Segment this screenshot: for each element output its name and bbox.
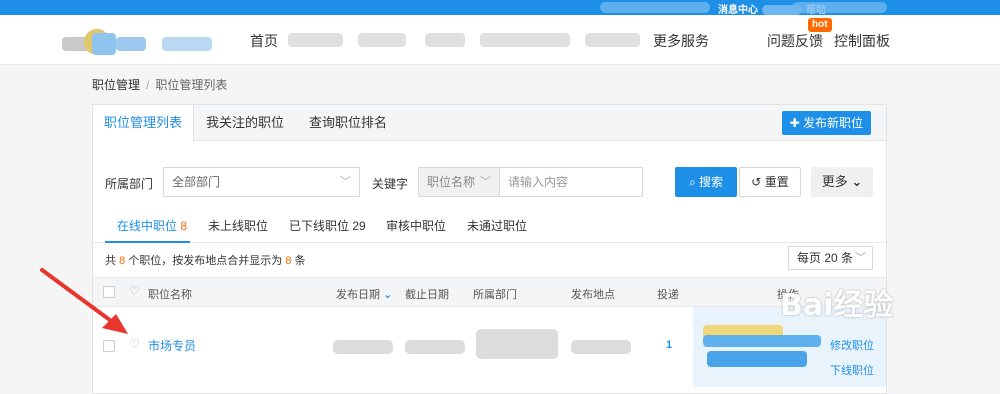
hot-badge: hot (808, 18, 832, 32)
job-list-panel: 职位管理列表 我关注的职位 查询职位排名 ✚ 发布新职位 所属部门 全部部门 ﹀… (92, 104, 887, 394)
keyword-type-select[interactable]: 职位名称 ﹀ (418, 167, 500, 197)
chevron-down-icon: ⌄ (847, 174, 863, 189)
status-tab-reviewing[interactable]: 审核中职位 (386, 217, 446, 234)
tab-followed-jobs[interactable]: 我关注的职位 (194, 105, 296, 141)
status-tab-offline[interactable]: 已下线职位 29 (289, 217, 366, 234)
reset-label: 重置 (764, 175, 789, 189)
nav-feedback[interactable]: 问题反馈 (767, 31, 823, 51)
table-header: ♡ 职位名称 发布日期 ⌄ 截止日期 所属部门 发布地点 投递 操作 (93, 277, 886, 307)
tab-bar: 职位管理列表 我关注的职位 查询职位排名 ✚ 发布新职位 (93, 105, 886, 142)
offline-position-link[interactable]: 下线职位 (830, 362, 874, 378)
th-end-date: 截止日期 (405, 289, 449, 301)
search-icon: ⌕ (688, 175, 700, 189)
top-bar: 消息中心帮助 (0, 0, 1000, 16)
dept-filter-label: 所属部门 (105, 177, 154, 191)
status-tab-rejected[interactable]: 未通过职位 (467, 217, 527, 234)
keyword-label: 关键字 (372, 177, 409, 191)
status-tab-divider (93, 242, 886, 243)
breadcrumb-current: 职位管理列表 (155, 78, 228, 92)
breadcrumb-root[interactable]: 职位管理 (92, 78, 140, 92)
edit-position-link[interactable]: 修改职位 (830, 337, 874, 353)
more-button[interactable]: 更多 ⌄ (811, 167, 873, 197)
nav-blurred-1[interactable] (288, 33, 343, 47)
nav-home[interactable]: 首页 (250, 31, 278, 51)
th-location: 发布地点 (571, 289, 615, 301)
blurred-location (571, 340, 631, 354)
watermark: Bai经验 (780, 288, 894, 323)
blurred-action (703, 335, 821, 347)
search-label: 搜索 (699, 175, 724, 189)
position-name-link[interactable]: 市场专员 (148, 337, 196, 354)
nav-blurred-2[interactable] (358, 33, 406, 47)
th-dept: 所属部门 (473, 289, 517, 301)
publish-job-button[interactable]: ✚ 发布新职位 (781, 111, 871, 135)
nav-more-services[interactable]: 更多服务 (653, 31, 709, 51)
blurred-end-date (405, 340, 465, 354)
reset-button[interactable]: ↺ 重置 (739, 167, 801, 197)
nav-blurred-4[interactable] (480, 33, 570, 47)
per-page-value: 每页 20 条 (797, 251, 854, 265)
tab-job-ranking[interactable]: 查询职位排名 (296, 105, 400, 141)
dept-select-value: 全部部门 (172, 175, 221, 189)
blurred-dept (476, 329, 558, 359)
plus-icon: ✚ (789, 116, 803, 130)
nav-control-panel[interactable]: 控制面板 (834, 31, 890, 51)
keyword-type-value: 职位名称 (427, 175, 476, 189)
publish-job-label: 发布新职位 (802, 116, 863, 130)
search-button[interactable]: ⌕ 搜索 (675, 167, 737, 197)
th-name: 职位名称 (148, 289, 192, 301)
blurred-username (600, 2, 710, 13)
th-publish-date[interactable]: 发布日期 ⌄ (336, 286, 392, 302)
red-arrow-annotation (40, 268, 128, 334)
sort-down-icon: ⌄ (383, 289, 393, 301)
status-tab-not-online[interactable]: 未上线职位 (208, 217, 268, 234)
reset-icon: ↺ (751, 175, 765, 189)
table-row: ♡ 市场专员 1 修改职位 下线职位 (93, 307, 886, 387)
chevron-down-icon: ﹀ (855, 252, 866, 264)
th-delivery: 投递 (657, 289, 679, 301)
logo[interactable] (62, 27, 222, 61)
nav-blurred-5[interactable] (585, 33, 640, 47)
header: 首页 更多服务 问题反馈 控制面板 hot (0, 15, 1000, 65)
breadcrumb: 职位管理 / 职位管理列表 (92, 76, 227, 93)
per-page-select[interactable]: 每页 20 条 ﹀ (788, 246, 873, 270)
status-tab-online[interactable]: 在线中职位 8 (117, 217, 187, 234)
breadcrumb-separator: / (146, 78, 150, 92)
status-tab-active-indicator (105, 241, 190, 243)
nav-blurred-3[interactable] (425, 33, 465, 47)
more-label: 更多 (821, 174, 848, 189)
blurred-publish-date (333, 340, 393, 354)
keyword-placeholder: 请输入内容 (508, 175, 569, 189)
tab-job-list[interactable]: 职位管理列表 (93, 105, 194, 142)
dept-select[interactable]: 全部部门 ﹀ (163, 167, 360, 197)
chevron-down-icon: ﹀ (340, 176, 351, 188)
keyword-input[interactable]: 请输入内容 (499, 167, 643, 197)
delivery-count[interactable]: 1 (666, 339, 672, 351)
blurred-account (792, 2, 887, 13)
chevron-down-icon: ﹀ (480, 176, 491, 188)
result-summary: 共 8 个职位，按发布地点合并显示为 8 条 (105, 255, 306, 267)
blurred-action (707, 351, 807, 367)
